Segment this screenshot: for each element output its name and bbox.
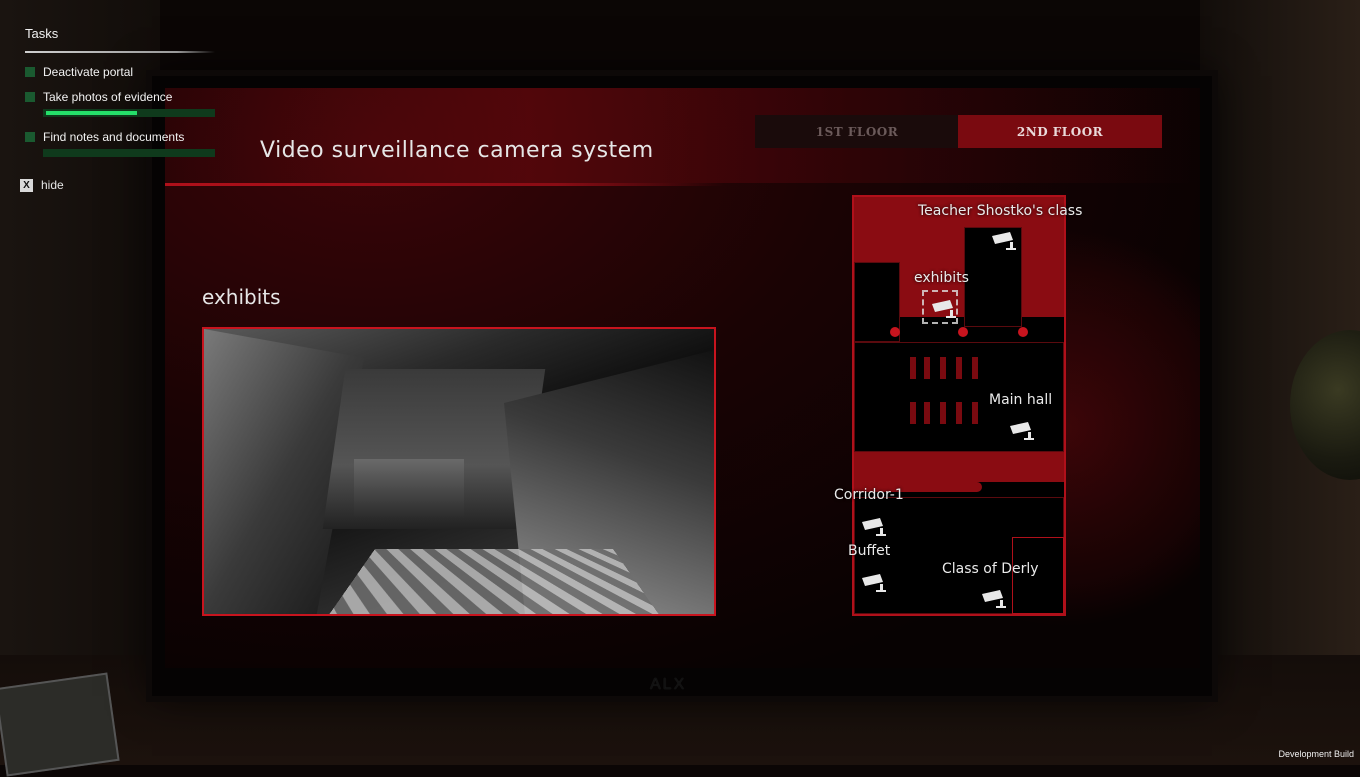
task-label: Take photos of evidence — [43, 90, 172, 104]
map-marker — [890, 327, 900, 337]
map-bench — [972, 357, 978, 379]
task-progress-bar — [43, 109, 215, 117]
camera-teacher-class-icon[interactable] — [988, 230, 1018, 252]
map-label-buffet: Buffet — [848, 543, 890, 559]
map-bench — [956, 357, 962, 379]
tasks-title: Tasks — [25, 26, 58, 41]
task-item: Take photos of evidence — [25, 90, 172, 104]
clipboard — [0, 673, 120, 777]
task-checkbox — [25, 132, 35, 142]
map-marker — [1018, 327, 1028, 337]
camera-feed — [202, 327, 716, 616]
map-bench — [910, 357, 916, 379]
map-label-main-hall: Main hall — [989, 392, 1052, 408]
map-marker — [958, 327, 968, 337]
monitor-stand-logo: ALX — [650, 676, 686, 694]
tasks-divider — [25, 51, 215, 53]
task-label: Find notes and documents — [43, 130, 184, 144]
map-label-teacher-class: Teacher Shostko's class — [918, 203, 1082, 219]
camera-corridor-icon[interactable] — [858, 516, 888, 538]
tab-2nd-floor[interactable]: 2ND FLOOR — [958, 115, 1162, 148]
map-bench — [924, 402, 930, 424]
close-icon[interactable]: X — [20, 179, 33, 192]
camera-buffet-icon[interactable] — [858, 572, 888, 594]
map-label-exhibits: exhibits — [914, 270, 969, 286]
map-bench — [972, 402, 978, 424]
development-build-label: Development Build — [1278, 749, 1354, 759]
task-label: Deactivate portal — [43, 65, 133, 79]
camera-exhibits-icon[interactable] — [928, 298, 958, 320]
task-item: Find notes and documents — [25, 130, 184, 144]
camera-main-hall-icon[interactable] — [1006, 420, 1036, 442]
map-bench — [924, 357, 930, 379]
camera-class-of-derly-icon[interactable] — [978, 588, 1008, 610]
title-underline — [165, 183, 725, 186]
map-label-corridor: Corridor-1 — [834, 487, 904, 503]
task-item: Deactivate portal — [25, 65, 133, 79]
hide-label: hide — [41, 178, 64, 192]
hide-tasks-toggle[interactable]: X hide — [20, 178, 64, 192]
task-progress-fill — [46, 111, 137, 115]
system-title: Video surveillance camera system — [260, 138, 654, 163]
map-bench — [940, 357, 946, 379]
map-bench — [910, 402, 916, 424]
map-bench — [940, 402, 946, 424]
camera-feed-label: exhibits — [202, 285, 281, 309]
tab-1st-floor[interactable]: 1ST FLOOR — [755, 115, 959, 148]
map-bench — [956, 402, 962, 424]
task-checkbox — [25, 92, 35, 102]
map-label-class-of-derly: Class of Derly — [942, 561, 1039, 577]
map-room-corridor — [854, 452, 1064, 482]
task-progress-bar — [43, 149, 215, 157]
task-checkbox — [25, 67, 35, 77]
